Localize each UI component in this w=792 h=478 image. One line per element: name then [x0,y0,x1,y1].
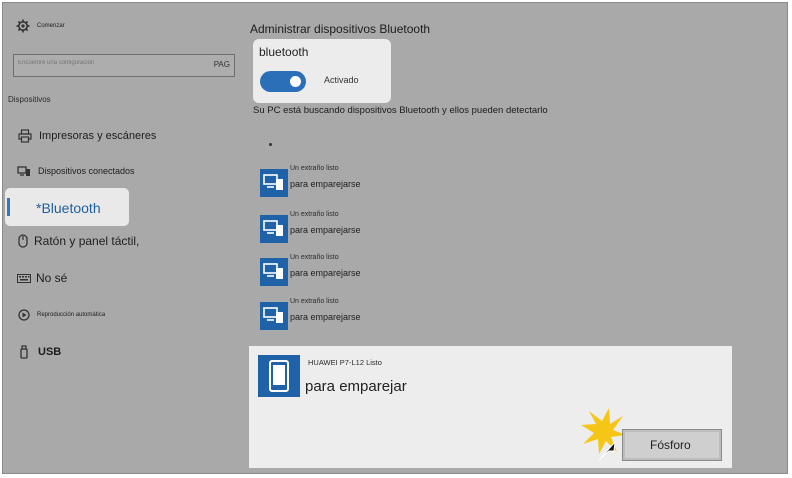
toggle-knob [290,76,301,87]
search-suffix: PAG [213,60,230,69]
connected-devices-icon [16,163,32,179]
device-name: Un extraño listo [290,298,339,305]
gear-icon [15,18,31,34]
page-title: Administrar dispositivos Bluetooth [250,22,431,36]
device-list-item[interactable]: Un extraño listo para emparejarse [260,165,410,197]
sidebar-item-label: Dispositivos conectados [38,166,135,176]
device-icon [260,169,288,197]
settings-window: Comenzar PAG Dispositivos Impresoras y e… [2,2,788,474]
device-list-item[interactable]: Un extraño listo para emparejarse [260,298,410,330]
sidebar-item-usb[interactable]: USB [16,344,61,360]
selected-device-status: para emparejar [305,378,407,395]
section-label-devices: Dispositivos [8,95,51,104]
sidebar-item-label: *Bluetooth [36,200,101,216]
sidebar-item-printers[interactable]: Impresoras y escáneres [17,128,156,144]
device-list-item[interactable]: Un extraño listo para emparejarse [260,254,410,286]
device-status: para emparejarse [290,268,361,278]
device-status: para emparejarse [290,179,361,189]
sidebar-item-label: Reproducción automática [37,312,106,318]
keyboard-icon [16,270,32,286]
scan-status-text: Su PC está buscando dispositivos Bluetoo… [253,105,548,116]
device-icon [260,302,288,330]
device-icon [260,258,288,286]
sidebar-item-label: No sé [36,271,68,285]
autoplay-icon [16,307,32,323]
search-input[interactable] [18,58,198,68]
search-box[interactable]: PAG [13,54,235,77]
bluetooth-toggle[interactable] [260,71,306,92]
home-link[interactable]: Comenzar [15,18,65,34]
sidebar-item-keyboard[interactable]: No sé [16,270,67,286]
device-list-item[interactable]: Un extraño listo para emparejarse [260,211,410,243]
sidebar-item-bluetooth[interactable]: *Bluetooth [5,188,129,226]
selected-device-card[interactable]: HUAWEI P7-L12 Listo para emparejar Fósfo… [249,346,732,468]
device-icon [260,215,288,243]
sidebar-item-connected-devices[interactable]: Dispositivos conectados [16,163,135,179]
home-label: Comenzar [37,23,65,29]
selected-device-name: HUAWEI P7-L12 Listo [308,358,382,367]
toggle-state-label: Activado [324,75,359,85]
device-status: para emparejarse [290,225,361,235]
pair-button[interactable]: Fósforo [622,429,722,461]
device-status: para emparejarse [290,312,361,322]
device-name: Un extraño listo [290,211,339,218]
sidebar-item-label: Impresoras y escáneres [39,130,157,142]
sidebar-item-autoplay[interactable]: Reproducción automática [16,307,105,323]
mouse-icon [15,233,31,249]
printer-icon [17,128,33,144]
bluetooth-label: bluetooth [259,45,309,59]
sidebar-item-label: USB [38,346,62,358]
sidebar-item-mouse[interactable]: Ratón y panel táctil, [15,233,139,249]
selection-indicator [7,198,10,216]
usb-icon [16,344,32,360]
sidebar-item-label: Ratón y panel táctil, [34,234,140,248]
device-name: Un extraño listo [290,254,339,261]
device-name: Un extraño listo [290,165,339,172]
bluetooth-toggle-panel: bluetooth Activado [253,39,391,103]
mouse-cursor-icon [598,440,616,461]
scanning-dot [269,143,272,146]
phone-icon [258,355,300,397]
